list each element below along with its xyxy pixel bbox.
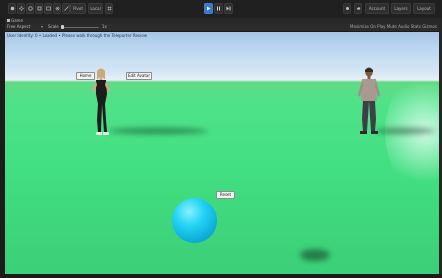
scale-label: Scale [48, 24, 59, 29]
game-viewport[interactable]: User Identity: 0 • Loaded • Please walk … [5, 32, 439, 278]
account-label: Account [368, 6, 386, 11]
account-dropdown[interactable]: Account [365, 3, 389, 14]
sphere-ball[interactable] [172, 198, 217, 243]
status-text: User Identity: 0 • Loaded • Please walk … [7, 33, 148, 38]
game-view-toolbar: Free Aspect ▾ Scale 1x Maximize On Play … [5, 24, 439, 32]
pivot-toggle[interactable]: Pivot [70, 3, 86, 14]
transform-tool-icon[interactable] [53, 3, 61, 14]
avatar-male [354, 67, 384, 139]
rect-tool-icon[interactable] [44, 3, 52, 14]
layers-label: Layers [394, 6, 408, 11]
edit-avatar-button[interactable]: Edit Avatar [126, 72, 152, 80]
game-tab-icon [7, 19, 10, 22]
layout-label: Layout [417, 6, 431, 11]
editor-toolbar: Pivot Local Account Layers Layout [0, 0, 442, 19]
custom-tool-icon[interactable] [62, 3, 70, 14]
home-button[interactable]: Home [76, 72, 95, 80]
chevron-down-icon: ▾ [41, 24, 44, 29]
scale-value: 1x [102, 24, 107, 29]
cloud-icon[interactable] [354, 3, 362, 14]
scale-tool-icon[interactable] [35, 3, 43, 14]
game-tab-label: Game [11, 18, 23, 23]
pivot-label: Pivot [73, 6, 83, 11]
step-button[interactable] [224, 3, 233, 14]
reset-button[interactable]: Reset [216, 191, 235, 199]
pause-button[interactable] [214, 3, 223, 14]
unity-editor-window: Pivot Local Account Layers Layout Game F… [0, 0, 442, 278]
move-tool-icon[interactable] [17, 3, 25, 14]
bottom-border [0, 274, 442, 278]
layers-dropdown[interactable]: Layers [391, 3, 411, 14]
collab-icon[interactable] [343, 3, 351, 14]
play-button[interactable] [204, 3, 213, 14]
local-toggle[interactable]: Local [88, 3, 103, 14]
local-label: Local [90, 6, 101, 11]
avatar-male-shadow [375, 128, 435, 134]
grid-snap-icon[interactable] [105, 3, 113, 14]
rotate-tool-icon[interactable] [26, 3, 34, 14]
avatar-female-shadow [108, 128, 208, 134]
display-aspect-dropdown[interactable]: Free Aspect [7, 24, 30, 30]
layout-dropdown[interactable]: Layout [413, 3, 435, 14]
game-view-options[interactable]: Maximize On Play Mute Audio Stats Gizmos [350, 24, 437, 30]
sphere-shadow [300, 249, 330, 261]
scale-slider[interactable] [61, 27, 99, 28]
hand-tool-icon[interactable] [8, 3, 16, 14]
scale-slider-handle[interactable] [61, 25, 64, 29]
